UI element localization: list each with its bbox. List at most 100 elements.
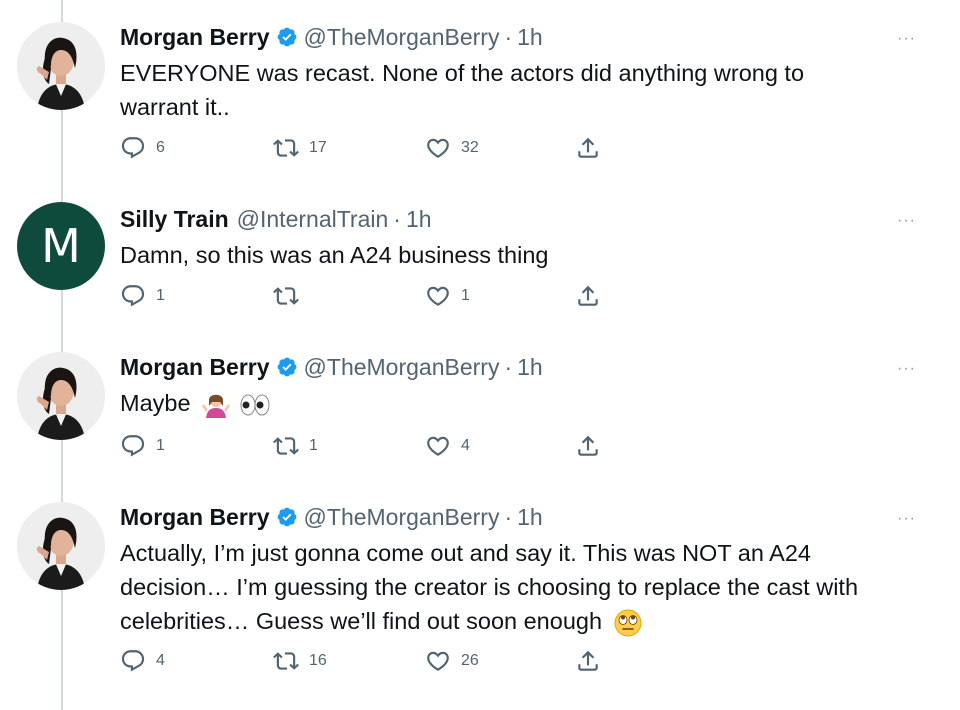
- avatar[interactable]: [17, 22, 105, 110]
- share-icon: [575, 433, 601, 459]
- reply-icon: [120, 283, 146, 309]
- tweet-text: Damn, so this was an A24 business thing: [120, 238, 920, 272]
- tweet-text-line: Actually, I’m just gonna come out and sa…: [120, 540, 811, 566]
- avatar[interactable]: [17, 502, 105, 590]
- reply-button[interactable]: 6: [120, 135, 165, 161]
- tweet-text: Actually, I’m just gonna come out and sa…: [120, 536, 920, 638]
- verified-badge-icon: [276, 506, 298, 528]
- separator: ·: [504, 23, 513, 50]
- more-options-icon[interactable]: ···: [897, 212, 916, 230]
- tweet-text-line: Maybe: [120, 390, 191, 416]
- reply-count: 1: [156, 437, 165, 454]
- more-options-icon[interactable]: ···: [897, 360, 916, 378]
- heart-icon: [425, 135, 451, 161]
- avatar[interactable]: M: [17, 202, 105, 290]
- retweet-icon: [273, 283, 299, 309]
- reply-icon: [120, 433, 146, 459]
- tweet-text-line: warrant it..: [120, 94, 230, 120]
- separator: ·: [504, 503, 513, 530]
- display-name[interactable]: Morgan Berry: [120, 504, 270, 531]
- retweet-icon: [273, 433, 299, 459]
- timestamp[interactable]: 1h: [517, 354, 543, 381]
- tweet-header: Silly Train @InternalTrain · 1h: [120, 202, 432, 236]
- like-button[interactable]: 4: [425, 433, 470, 459]
- tweet-text: Maybe: [120, 386, 920, 420]
- separator: ·: [504, 353, 513, 380]
- retweet-count: 17: [309, 139, 327, 156]
- reply-icon: [120, 648, 146, 674]
- handle[interactable]: @InternalTrain: [237, 206, 389, 233]
- tweet[interactable]: M Silly Train @InternalTrain · 1h ··· Da…: [0, 202, 960, 322]
- like-count: 26: [461, 652, 479, 669]
- reply-count: 4: [156, 652, 165, 669]
- woman-portrait-icon: [17, 502, 105, 590]
- action-bar: 1 1 4: [120, 433, 620, 463]
- separator: ·: [393, 205, 401, 232]
- tweet-text: EVERYONE was recast. None of the actors …: [120, 56, 920, 124]
- handle[interactable]: @TheMorganBerry: [304, 504, 500, 531]
- reply-count: 1: [156, 287, 165, 304]
- tweet-header: Morgan Berry @TheMorganBerry · 1h: [120, 350, 543, 384]
- person-shrugging-emoji-icon: [201, 390, 231, 420]
- retweet-button[interactable]: 17: [273, 135, 327, 161]
- action-bar: 4 16 26: [120, 648, 620, 678]
- avatar-letter: M: [41, 219, 81, 273]
- like-count: 4: [461, 437, 470, 454]
- retweet-icon: [273, 648, 299, 674]
- retweet-button[interactable]: [273, 283, 309, 309]
- share-icon: [575, 283, 601, 309]
- reply-button[interactable]: 4: [120, 648, 165, 674]
- tweet[interactable]: Morgan Berry @TheMorganBerry · 1h ··· Ac…: [0, 500, 960, 690]
- reply-count: 6: [156, 139, 165, 156]
- reply-icon: [120, 135, 146, 161]
- verified-badge-icon: [276, 356, 298, 378]
- retweet-button[interactable]: 1: [273, 433, 318, 459]
- tweet[interactable]: Morgan Berry @TheMorganBerry · 1h ··· EV…: [0, 20, 960, 170]
- tweet-header: Morgan Berry @TheMorganBerry · 1h: [120, 500, 543, 534]
- woman-portrait-icon: [17, 352, 105, 440]
- woman-portrait-icon: [17, 22, 105, 110]
- share-button[interactable]: [575, 283, 601, 309]
- tweet-text-line: decision… I’m guessing the creator is ch…: [120, 574, 859, 600]
- like-button[interactable]: 32: [425, 135, 479, 161]
- retweet-button[interactable]: 16: [273, 648, 327, 674]
- rolling-eyes-emoji-icon: [613, 608, 643, 638]
- tweet-text-line: Damn, so this was an A24 business thing: [120, 242, 549, 268]
- display-name[interactable]: Silly Train: [120, 206, 229, 233]
- timestamp[interactable]: 1h: [517, 504, 543, 531]
- handle[interactable]: @TheMorganBerry: [304, 24, 500, 51]
- timestamp[interactable]: 1h: [517, 24, 543, 51]
- tweet-header: Morgan Berry @TheMorganBerry · 1h: [120, 20, 543, 54]
- retweet-icon: [273, 135, 299, 161]
- action-bar: 6 17 32: [120, 135, 620, 165]
- heart-icon: [425, 648, 451, 674]
- tweet-text-line: EVERYONE was recast. None of the actors …: [120, 60, 805, 86]
- avatar[interactable]: [17, 352, 105, 440]
- retweet-count: 1: [309, 437, 318, 454]
- eyes-emoji-icon: [238, 390, 272, 420]
- retweet-count: 16: [309, 652, 327, 669]
- tweet[interactable]: Morgan Berry @TheMorganBerry · 1h ··· Ma…: [0, 350, 960, 470]
- share-button[interactable]: [575, 433, 601, 459]
- share-button[interactable]: [575, 135, 601, 161]
- handle[interactable]: @TheMorganBerry: [304, 354, 500, 381]
- display-name[interactable]: Morgan Berry: [120, 354, 270, 381]
- like-button[interactable]: 26: [425, 648, 479, 674]
- verified-badge-icon: [276, 26, 298, 48]
- timestamp[interactable]: 1h: [406, 206, 432, 233]
- reply-button[interactable]: 1: [120, 283, 165, 309]
- display-name[interactable]: Morgan Berry: [120, 24, 270, 51]
- tweet-text-line: celebrities… Guess we’ll find out soon e…: [120, 608, 603, 634]
- heart-icon: [425, 283, 451, 309]
- like-count: 32: [461, 139, 479, 156]
- like-button[interactable]: 1: [425, 283, 470, 309]
- heart-icon: [425, 433, 451, 459]
- share-icon: [575, 135, 601, 161]
- share-icon: [575, 648, 601, 674]
- like-count: 1: [461, 287, 470, 304]
- share-button[interactable]: [575, 648, 601, 674]
- more-options-icon[interactable]: ···: [897, 510, 916, 528]
- more-options-icon[interactable]: ···: [897, 30, 916, 48]
- reply-button[interactable]: 1: [120, 433, 165, 459]
- action-bar: 1 1: [120, 283, 620, 313]
